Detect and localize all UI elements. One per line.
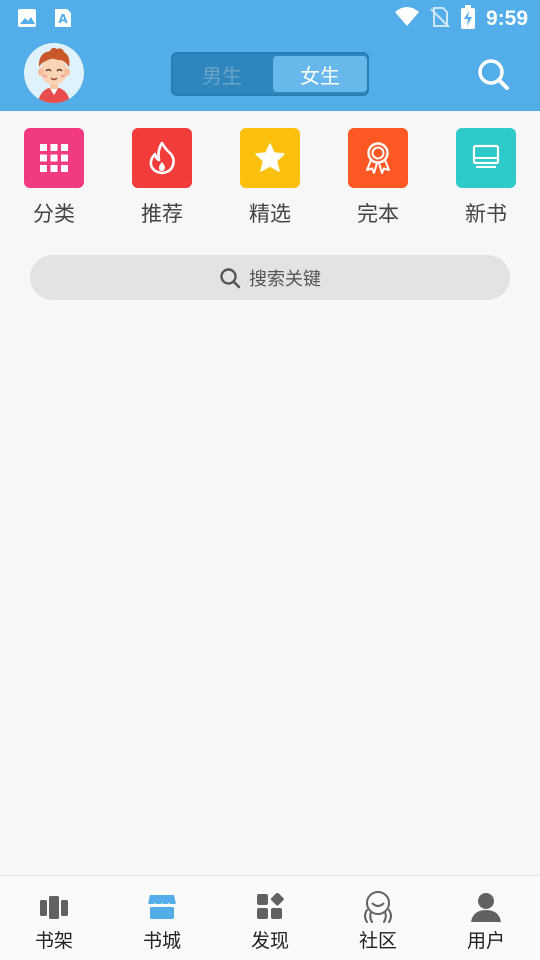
tab-bookstore[interactable]: 书城 bbox=[108, 876, 216, 960]
status-time: 9:59 bbox=[485, 7, 528, 30]
tab-bookshelf[interactable]: 书架 bbox=[0, 876, 108, 960]
search-placeholder: 搜索关键 bbox=[249, 268, 321, 290]
category-label: 推荐 bbox=[141, 202, 183, 226]
search-button[interactable] bbox=[476, 57, 510, 91]
bottom-nav: 书架 书城 发现 社区 用户 bbox=[0, 875, 540, 960]
image-icon bbox=[16, 7, 38, 33]
tab-label: 社区 bbox=[358, 930, 397, 952]
grid-icon bbox=[24, 128, 84, 188]
category-label: 分类 bbox=[33, 202, 75, 226]
cartoon-boy-avatar-icon bbox=[38, 47, 70, 103]
book-icon bbox=[456, 128, 516, 188]
no-sim-icon bbox=[430, 6, 450, 32]
avatar[interactable] bbox=[24, 43, 84, 103]
category-nav: 分类 推荐 精选 完本 新书 bbox=[0, 111, 540, 241]
category-jingxuan[interactable]: 精选 bbox=[230, 128, 310, 228]
user-icon bbox=[469, 890, 503, 924]
bookshelf-icon bbox=[37, 890, 71, 924]
battery-charging-icon bbox=[460, 5, 476, 33]
tab-discover[interactable]: 发现 bbox=[216, 876, 324, 960]
category-label: 新书 bbox=[465, 202, 507, 226]
search-input[interactable]: 搜索关键 bbox=[30, 255, 510, 300]
gender-option-female[interactable]: 女生 bbox=[273, 56, 367, 92]
tab-user[interactable]: 用户 bbox=[432, 876, 540, 960]
discover-icon bbox=[253, 890, 287, 924]
category-xinshu[interactable]: 新书 bbox=[446, 128, 526, 228]
tab-label: 书架 bbox=[34, 930, 73, 952]
category-tuijian[interactable]: 推荐 bbox=[122, 128, 202, 228]
tab-label: 发现 bbox=[250, 930, 289, 952]
wifi-icon bbox=[394, 6, 420, 32]
search-icon bbox=[220, 267, 241, 288]
category-fenlei[interactable]: 分类 bbox=[14, 128, 94, 228]
bookstore-icon bbox=[145, 890, 179, 924]
tab-label: 书城 bbox=[142, 930, 181, 952]
text-a-icon: A bbox=[52, 7, 74, 33]
gender-option-male[interactable]: 男生 bbox=[175, 56, 269, 92]
award-icon bbox=[348, 128, 408, 188]
tab-label: 用户 bbox=[466, 930, 505, 952]
search-icon bbox=[478, 59, 509, 90]
svg-text:A: A bbox=[58, 12, 68, 26]
tab-community[interactable]: 社区 bbox=[324, 876, 432, 960]
flame-icon bbox=[132, 128, 192, 188]
category-label: 完本 bbox=[357, 202, 399, 226]
app-header: 男生 女生 bbox=[0, 36, 540, 111]
category-label: 精选 bbox=[249, 202, 291, 226]
star-icon bbox=[240, 128, 300, 188]
category-wanben[interactable]: 完本 bbox=[338, 128, 418, 228]
gender-toggle: 男生 女生 bbox=[171, 52, 369, 96]
status-bar: A 9:59 bbox=[0, 0, 540, 36]
community-icon bbox=[361, 890, 395, 924]
